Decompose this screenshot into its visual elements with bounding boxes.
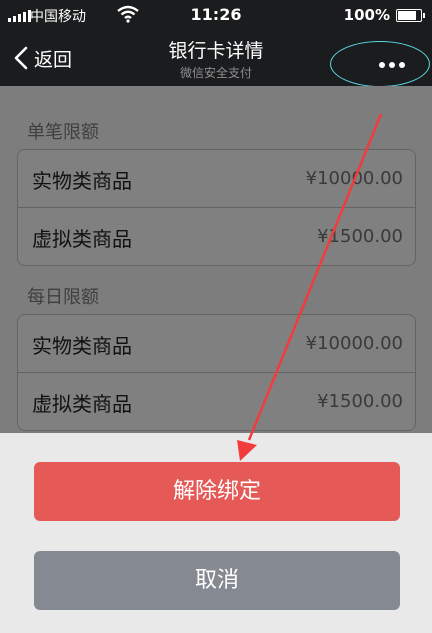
list-item: 虚拟类商品 ¥1500.00 [18,207,415,265]
section-title-single: 单笔限额 [27,122,99,143]
more-button[interactable] [330,41,430,87]
unbind-button[interactable]: 解除绑定 [34,462,400,521]
item-name: 虚拟类商品 [32,392,132,416]
battery-icon [396,9,425,22]
item-name: 虚拟类商品 [32,227,132,251]
cancel-button[interactable]: 取消 [34,551,400,610]
more-dots-icon [379,62,405,68]
item-amount: ¥1500.00 [317,226,403,247]
item-amount: ¥10000.00 [305,168,403,189]
battery-percent: 100% [343,6,390,24]
item-amount: ¥10000.00 [305,333,403,354]
item-name: 实物类商品 [32,334,132,358]
section-title-daily: 每日限额 [27,287,99,308]
status-bar: 中国移动 11:26 100% [0,0,432,30]
action-sheet: 解除绑定 取消 [0,433,432,633]
nav-bar: 返回 银行卡详情 微信安全支付 [0,30,432,87]
item-name: 实物类商品 [32,169,132,193]
item-amount: ¥1500.00 [317,391,403,412]
limits-card-daily: 实物类商品 ¥10000.00 虚拟类商品 ¥1500.00 [17,314,416,431]
limits-card-single: 实物类商品 ¥10000.00 虚拟类商品 ¥1500.00 [17,149,416,266]
limits-content: 单笔限额 实物类商品 ¥10000.00 虚拟类商品 ¥1500.00 每日限额… [0,86,432,433]
list-item: 实物类商品 ¥10000.00 [18,150,415,207]
list-item: 实物类商品 ¥10000.00 [18,315,415,372]
list-item: 虚拟类商品 ¥1500.00 [18,372,415,430]
